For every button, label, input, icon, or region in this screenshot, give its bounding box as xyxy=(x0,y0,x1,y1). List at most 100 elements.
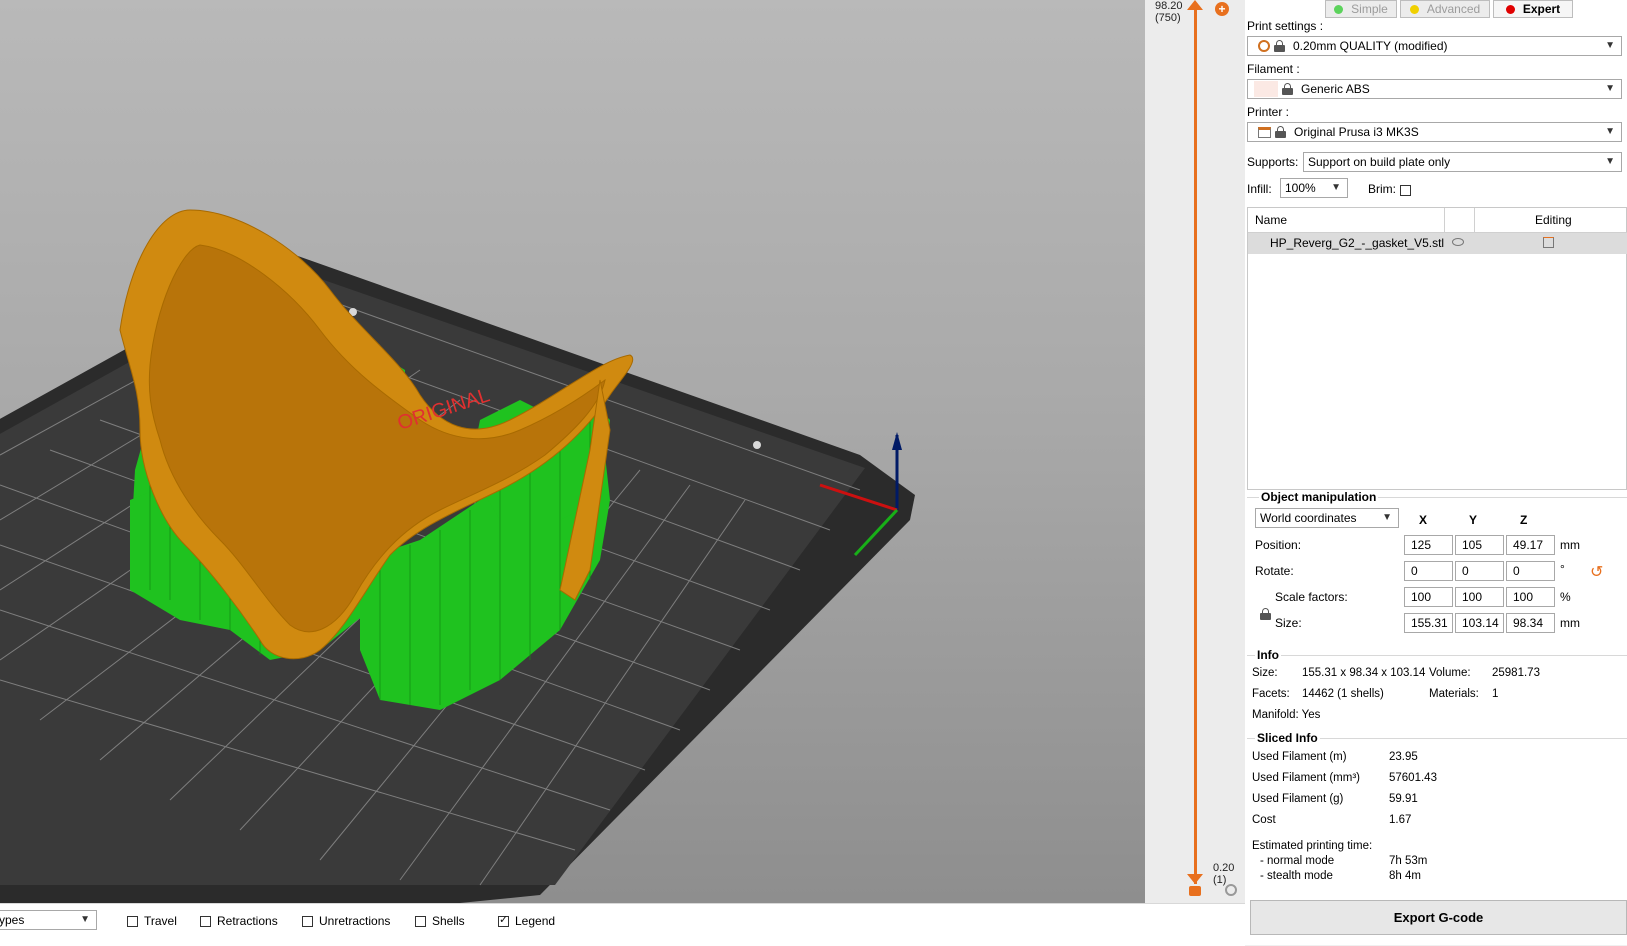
chevron-down-icon: ▼ xyxy=(1605,126,1615,137)
scale-x[interactable]: 100 xyxy=(1404,587,1453,607)
sliced-row-label: Used Filament (g) xyxy=(1252,793,1344,805)
one-layer-lock-icon[interactable] xyxy=(1189,886,1201,896)
print-time-label: Estimated printing time: xyxy=(1252,840,1373,852)
mode-simple-button[interactable]: Simple xyxy=(1325,0,1397,18)
print-settings-label: Print settings : xyxy=(1247,19,1324,33)
sliced-title: Sliced Info xyxy=(1255,731,1320,745)
stealth-mode-label: - stealth mode xyxy=(1260,870,1333,882)
filament-combo[interactable]: Generic ABS ▼ xyxy=(1247,79,1622,99)
add-color-change-icon[interactable]: + xyxy=(1215,2,1229,16)
filament-color-swatch xyxy=(1254,81,1278,97)
travel-toggle[interactable]: Travel xyxy=(127,914,177,928)
infill-combo[interactable]: 100% ▼ xyxy=(1280,178,1348,198)
rotate-x[interactable]: 0 xyxy=(1404,561,1453,581)
printer-icon xyxy=(1258,126,1271,138)
sliced-row-value: 1.67 xyxy=(1389,814,1412,826)
size-y[interactable]: 103.14 xyxy=(1455,613,1504,633)
legend-bar: ypes ▼ Travel Retractions Unretractions … xyxy=(0,903,1245,946)
3d-viewport[interactable]: ORIGINAL xyxy=(0,0,1145,903)
stealth-mode-value: 8h 4m xyxy=(1389,870,1421,882)
object-list[interactable]: Name Editing HP_Reverg_G2_-_gasket_V5.st… xyxy=(1247,207,1627,490)
rotate-unit: ° xyxy=(1560,562,1565,576)
slider-bottom-thumb[interactable] xyxy=(1187,874,1203,884)
info-volume-label: Volume: xyxy=(1429,667,1471,679)
lock-icon xyxy=(1275,126,1286,138)
legend-toggle[interactable]: Legend xyxy=(498,913,555,928)
position-z[interactable]: 49.17 xyxy=(1506,535,1555,555)
manipulation-title: Object manipulation xyxy=(1259,490,1379,504)
normal-mode-label: - normal mode xyxy=(1260,855,1335,867)
eye-icon[interactable] xyxy=(1452,238,1464,246)
rotate-z[interactable]: 0 xyxy=(1506,561,1555,581)
position-x[interactable]: 125 xyxy=(1404,535,1453,555)
slider-top-value: 98.20 xyxy=(1155,0,1183,12)
lock-icon xyxy=(1274,40,1285,52)
legend-checkbox[interactable] xyxy=(498,913,509,927)
mode-expert-button[interactable]: Expert xyxy=(1493,0,1573,18)
object-name: HP_Reverg_G2_-_gasket_V5.stl xyxy=(1270,236,1445,250)
printer-label: Printer : xyxy=(1247,105,1290,119)
rotate-label: Rotate: xyxy=(1255,564,1294,578)
shells-toggle[interactable]: Shells xyxy=(415,914,465,928)
unretractions-checkbox[interactable] xyxy=(302,915,313,927)
reset-rotation-icon[interactable]: ↺ xyxy=(1590,565,1603,581)
slider-bottom-value: 0.20 xyxy=(1213,862,1235,874)
size-label: Size: xyxy=(1275,616,1302,630)
info-volume-value: 25981.73 xyxy=(1492,667,1540,679)
scale-y[interactable]: 100 xyxy=(1455,587,1504,607)
scale-z[interactable]: 100 xyxy=(1506,587,1555,607)
object-row[interactable]: HP_Reverg_G2_-_gasket_V5.stl xyxy=(1248,233,1627,254)
scale-unit: % xyxy=(1560,590,1571,604)
print-settings-combo[interactable]: 0.20mm QUALITY (modified) ▼ xyxy=(1247,36,1622,56)
chevron-down-icon: ▼ xyxy=(1605,83,1615,94)
sliced-row-label: Used Filament (mm³) xyxy=(1252,772,1360,784)
view-type-combo[interactable]: ypes ▼ xyxy=(0,910,97,930)
position-y[interactable]: 105 xyxy=(1455,535,1504,555)
position-unit: mm xyxy=(1560,538,1580,552)
position-label: Position: xyxy=(1255,538,1302,552)
chevron-down-icon: ▼ xyxy=(1605,156,1615,167)
col-name[interactable]: Name xyxy=(1255,213,1287,227)
col-editing[interactable]: Editing xyxy=(1535,213,1572,227)
slider-top-layer: (750) xyxy=(1155,12,1181,24)
info-title: Info xyxy=(1255,648,1281,662)
chevron-down-icon: ▼ xyxy=(1382,512,1392,523)
info-facets-label: Facets: xyxy=(1252,688,1290,700)
lock-icon xyxy=(1282,83,1293,95)
sliced-row-label: Cost xyxy=(1252,814,1276,826)
printer-combo[interactable]: Original Prusa i3 MK3S ▼ xyxy=(1247,122,1622,142)
scale-lock-icon[interactable] xyxy=(1260,608,1272,622)
edit-icon[interactable] xyxy=(1543,237,1554,248)
shells-checkbox[interactable] xyxy=(415,915,426,927)
slider-top-thumb[interactable] xyxy=(1187,0,1203,10)
chevron-down-icon: ▼ xyxy=(1331,182,1341,193)
export-gcode-button[interactable]: Export G-code xyxy=(1250,900,1627,935)
sliced-row-value: 59.91 xyxy=(1389,793,1418,805)
layer-slider-track[interactable] xyxy=(1194,6,1197,884)
sliced-row-value: 57601.43 xyxy=(1389,772,1437,784)
size-x[interactable]: 155.31 xyxy=(1404,613,1453,633)
info-materials-label: Materials: xyxy=(1429,688,1479,700)
sidebar-panel: Simple Advanced Expert Print settings : … xyxy=(1245,0,1627,945)
brim-label: Brim: xyxy=(1368,182,1396,196)
sliced-row-value: 23.95 xyxy=(1389,751,1418,763)
brim-checkbox[interactable] xyxy=(1400,185,1411,197)
unretractions-toggle[interactable]: Unretractions xyxy=(302,914,390,928)
coordinates-combo[interactable]: World coordinates ▼ xyxy=(1255,508,1399,528)
gear-icon[interactable] xyxy=(1225,884,1237,896)
rotate-y[interactable]: 0 xyxy=(1455,561,1504,581)
mode-advanced-button[interactable]: Advanced xyxy=(1400,0,1490,18)
info-manifold: Manifold: Yes xyxy=(1252,709,1321,721)
expert-dot-icon xyxy=(1505,4,1515,14)
size-z[interactable]: 98.34 xyxy=(1506,613,1555,633)
filament-label: Filament : xyxy=(1247,62,1300,76)
travel-checkbox[interactable] xyxy=(127,915,138,927)
retractions-checkbox[interactable] xyxy=(200,915,211,927)
x-header: X xyxy=(1419,513,1428,527)
slider-bottom-layer: (1) xyxy=(1213,874,1227,886)
info-size-value: 155.31 x 98.34 x 103.14 xyxy=(1302,667,1426,679)
supports-combo[interactable]: Support on build plate only ▼ xyxy=(1303,152,1622,172)
layer-slider-area: 98.20 (750) + 0.20 (1) xyxy=(1145,0,1245,903)
retractions-toggle[interactable]: Retractions xyxy=(200,914,278,928)
chevron-down-icon: ▼ xyxy=(80,914,90,925)
